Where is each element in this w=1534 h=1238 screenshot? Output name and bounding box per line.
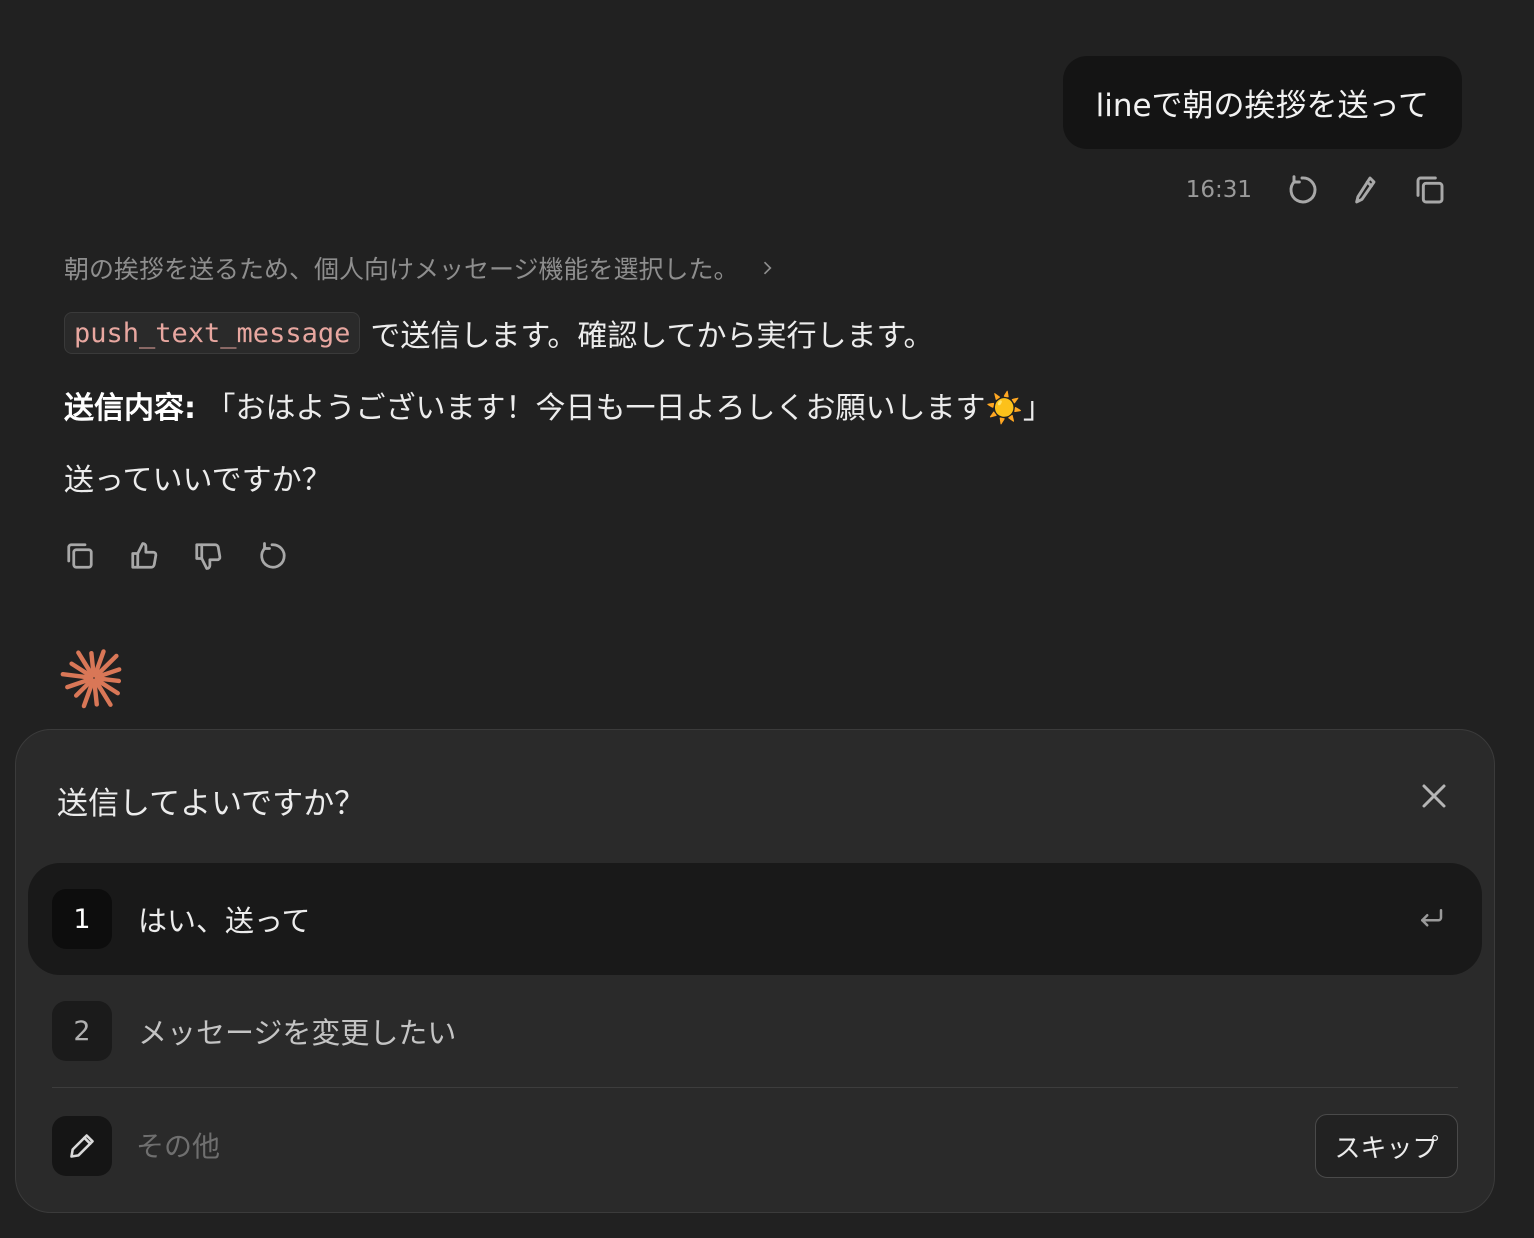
copy-response-button[interactable] — [48, 534, 112, 578]
user-message-meta: 16:31 — [1186, 168, 1462, 212]
thumbs-down-button[interactable] — [176, 534, 240, 578]
dialog-title: 送信してよいですか？ — [57, 786, 366, 822]
thinking-summary-text: 朝の挨拶を送るため、個人向けメッセージ機能を選択した。 — [64, 255, 739, 284]
option-number-badge: 1 — [52, 889, 112, 949]
user-message-bubble: lineで朝の挨拶を送って — [1062, 56, 1462, 149]
option-label: メッセージを変更したい — [138, 1016, 457, 1050]
option-label: はい、送って — [138, 904, 311, 938]
spark-logo-icon — [60, 649, 122, 709]
edit-icon — [1355, 176, 1376, 204]
tool-name-code: push_text_message — [64, 312, 361, 354]
other-answer-row: スキップ — [52, 1114, 1458, 1178]
user-message-text: lineで朝の挨拶を送って — [1095, 88, 1429, 124]
other-answer-input[interactable] — [136, 1124, 1136, 1168]
pencil-icon — [70, 1134, 94, 1158]
skip-button[interactable]: スキップ — [1315, 1114, 1458, 1178]
thumbs-down-icon — [195, 543, 222, 570]
response-question: 送っていいですか？ — [64, 463, 332, 498]
close-icon — [1422, 784, 1446, 808]
assistant-action-bar — [48, 534, 304, 578]
regenerate-button[interactable] — [240, 534, 304, 578]
other-answer-edit-button[interactable] — [52, 1116, 112, 1176]
chat-page: lineで朝の挨拶を送って 16:31 朝の挨拶を送るため、個人向けメッセージ機… — [0, 0, 1534, 1238]
confirmation-dialog: 送信してよいですか？ 1 はい、送って 2 メッセージを変更したい スキップ — [15, 729, 1495, 1213]
response-line-1-text: で送信します。確認してから実行します。 — [370, 319, 934, 354]
copy-icon — [67, 543, 93, 569]
message-timestamp: 16:31 — [1185, 177, 1252, 203]
chevron-right-icon — [763, 261, 772, 275]
enter-key-icon — [1416, 904, 1446, 934]
copy-message-button[interactable] — [1398, 168, 1462, 212]
option-number-badge: 2 — [52, 1001, 112, 1061]
retry-icon — [1289, 175, 1317, 204]
content-label: 送信内容: — [64, 391, 196, 426]
retry-icon — [260, 542, 286, 569]
thumbs-up-button[interactable] — [112, 534, 176, 578]
dialog-divider — [52, 1087, 1458, 1088]
response-line-1: push_text_message で送信します。確認してから実行します。 — [64, 311, 933, 355]
option-change-message[interactable]: 2 メッセージを変更したい — [28, 975, 1482, 1087]
close-dialog-button[interactable] — [1414, 776, 1454, 816]
response-line-2: 送信内容: 「おはようございます！今日も一日よろしくお願いします☀️」 — [64, 383, 1053, 427]
retry-button[interactable] — [1270, 168, 1334, 212]
copy-icon — [1416, 176, 1444, 204]
edit-message-button[interactable] — [1334, 168, 1398, 212]
thinking-summary-toggle[interactable]: 朝の挨拶を送るため、個人向けメッセージ機能を選択した。 — [64, 250, 777, 286]
content-text: 「おはようございます！今日も一日よろしくお願いします☀️」 — [205, 391, 1053, 426]
option-yes-send[interactable]: 1 はい、送って — [28, 863, 1482, 975]
thumbs-up-icon — [131, 542, 158, 569]
